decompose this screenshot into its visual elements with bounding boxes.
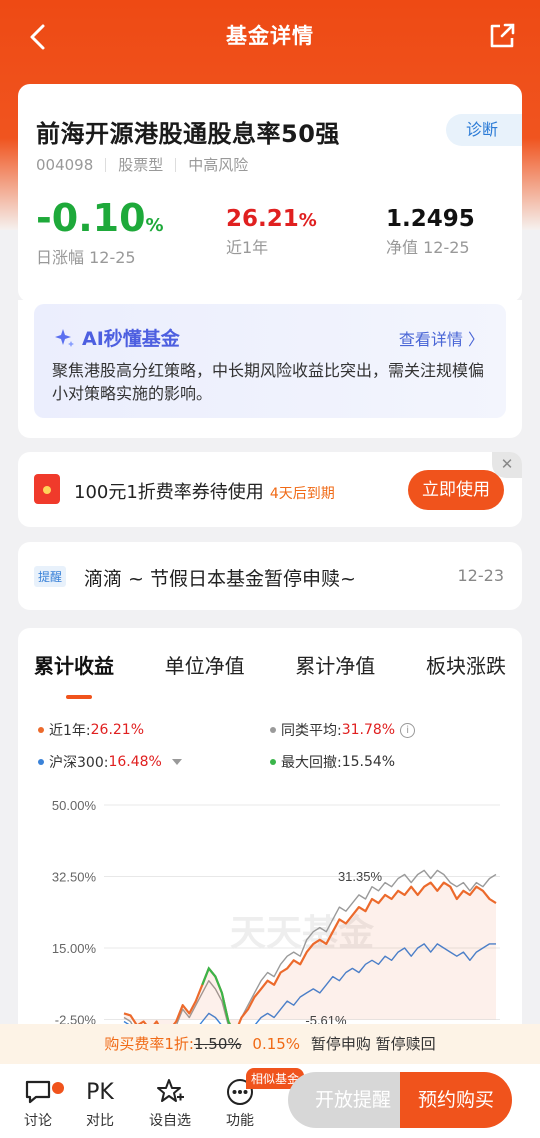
- legend-value: 31.78%: [341, 722, 396, 738]
- notification-dot: [52, 1082, 64, 1094]
- coupon-card: 100元1折费率券待使用 4天后到期 立即使用 ✕: [18, 452, 522, 527]
- legend-label: 沪深300:: [49, 755, 109, 771]
- notice-card[interactable]: 提醒 滴滴 ~ 节假日本基金暂停申赎~ 12-23: [18, 542, 522, 610]
- add-watchlist-button[interactable]: 设自选: [140, 1074, 200, 1130]
- ai-more-link[interactable]: 查看详情 〉: [399, 326, 484, 350]
- tab-unit-nav[interactable]: 单位净值: [165, 650, 245, 679]
- use-coupon-button[interactable]: 立即使用: [408, 470, 504, 510]
- watch-label: 设自选: [149, 1113, 191, 1129]
- ai-summary-text: 聚焦港股高分红策略，中长期风险收益比突出，需关注规模偏小对策略实施的影响。: [52, 361, 485, 403]
- fund-summary-card: 前海开源港股通股息率50强 诊断 004098 股票型 中高风险 -0.10% …: [18, 84, 522, 302]
- chart-tabs: 累计收益 单位净值 累计净值 板块涨跌: [34, 650, 506, 699]
- annotation-max: 31.35%: [338, 869, 383, 884]
- discuss-label: 讨论: [24, 1113, 52, 1129]
- tab-cumulative-nav[interactable]: 累计净值: [295, 650, 375, 679]
- fund-risk: 中高风险: [188, 156, 249, 174]
- daily-change-stat: -0.10% 日涨幅 12-25: [36, 196, 164, 268]
- year-return-unit: %: [298, 210, 317, 231]
- ai-summary-card: AI秒懂基金 查看详情 〉 聚焦港股高分红策略，中长期风险收益比突出，需关注规模…: [18, 300, 522, 438]
- legend-dot: [270, 727, 276, 733]
- return-chart[interactable]: 50.00%32.50%15.00%-2.50%天天基金31.35%-5.61%: [34, 793, 506, 1053]
- y-tick-label: 50.00%: [52, 798, 97, 813]
- notice-tag: 提醒: [34, 566, 67, 587]
- divider: [175, 157, 177, 172]
- diagnose-button[interactable]: 诊断: [446, 114, 522, 146]
- notice-text: 滴滴 ~ 节假日本基金暂停申赎~: [84, 568, 356, 590]
- fee-prefix: 购买费率1折:: [104, 1035, 194, 1053]
- legend-value: 26.21%: [90, 722, 145, 738]
- nav-label: 净值 12-25: [386, 238, 470, 257]
- fund-type: 股票型: [118, 156, 164, 174]
- nav-value: 1.2495: [386, 206, 475, 232]
- year-return-label: 近1年: [226, 238, 269, 257]
- coupon-text: 100元1折费率券待使用 4天后到期: [74, 478, 335, 504]
- daily-change-value: -0.10%: [36, 196, 164, 240]
- daily-change-number: -0.10: [36, 196, 146, 240]
- discuss-button[interactable]: 讨论: [8, 1074, 68, 1130]
- nav-bar: 基金详情: [0, 0, 540, 74]
- fee-old: 1.50%: [193, 1035, 242, 1053]
- nav-stat: 1.2495 净值 12-25: [386, 196, 475, 258]
- fund-name: 前海开源港股通股息率50强: [36, 120, 340, 148]
- reserve-buy-button[interactable]: 预约购买: [400, 1072, 512, 1128]
- star-plus-icon: [157, 1079, 184, 1102]
- legend-hs300[interactable]: 沪深300: 16.48%: [38, 752, 182, 772]
- year-return-value: 26.21%: [226, 206, 317, 232]
- divider: [105, 157, 107, 172]
- info-icon[interactable]: i: [400, 722, 416, 738]
- red-envelope-icon: [34, 474, 60, 504]
- y-tick-label: 15.00%: [52, 941, 97, 956]
- share-icon[interactable]: [488, 22, 516, 50]
- y-tick-label: 32.50%: [52, 870, 97, 885]
- open-remind-button[interactable]: 开放提醒: [288, 1072, 418, 1128]
- fund-code: 004098: [36, 155, 94, 174]
- close-icon[interactable]: ✕: [492, 452, 522, 478]
- legend-dot: [270, 759, 276, 765]
- legend-fund: 近1年: 26.21%: [38, 720, 144, 740]
- daily-change-unit: %: [145, 215, 164, 236]
- fee-status: 暂停申购 暂停赎回: [310, 1035, 436, 1053]
- chart-card: 累计收益 单位净值 累计净值 板块涨跌 近1年: 26.21% 同类平均: 31.7…: [18, 628, 522, 1048]
- year-return-number: 26.21: [226, 206, 299, 232]
- compare-button[interactable]: PK 对比: [70, 1074, 130, 1130]
- legend-label: 近1年:: [49, 723, 91, 739]
- function-label: 功能: [226, 1113, 254, 1129]
- bottom-bar: 讨论 PK 对比 设自选 功能 相似基金 开放提醒 预约购买: [0, 1064, 540, 1138]
- coupon-title: 100元1折费率券待使用: [74, 482, 264, 503]
- ai-summary-box[interactable]: AI秒懂基金 查看详情 〉 聚焦港股高分红策略，中长期风险收益比突出，需关注规模…: [34, 304, 506, 418]
- legend-dot: [38, 727, 44, 733]
- ai-title: AI秒懂基金: [54, 324, 180, 351]
- page-title: 基金详情: [226, 24, 314, 48]
- coupon-expire: 4天后到期: [269, 486, 335, 502]
- legend-value: 15.54%: [341, 754, 396, 770]
- legend-peer: 同类平均: 31.78% i: [270, 720, 416, 740]
- compare-label: 对比: [86, 1113, 114, 1129]
- tab-cumulative-return[interactable]: 累计收益: [34, 650, 114, 699]
- legend-value: 16.48%: [108, 754, 162, 770]
- tab-sector-change[interactable]: 板块涨跌: [426, 650, 506, 679]
- sparkle-icon: [55, 328, 74, 347]
- legend-drawdown: 最大回撤: 15.54%: [270, 752, 395, 772]
- year-return-stat: 26.21% 近1年: [226, 196, 317, 258]
- notice-date: 12-23: [457, 566, 505, 585]
- ai-title-text: AI秒懂基金: [82, 328, 180, 350]
- pk-icon: PK: [86, 1079, 114, 1105]
- dropdown-triangle-icon: [171, 759, 182, 765]
- chat-bubble-icon: [25, 1080, 51, 1104]
- fee-bar: 购买费率1折:1.50% 0.15% 暂停申购 暂停赎回: [0, 1024, 540, 1064]
- legend-label: 最大回撤:: [281, 755, 342, 771]
- fee-new: 0.15%: [252, 1035, 301, 1053]
- daily-change-label: 日涨幅 12-25: [36, 248, 136, 267]
- legend-dot: [38, 759, 44, 765]
- legend-label: 同类平均:: [281, 723, 342, 739]
- fund-meta: 004098 股票型 中高风险: [36, 154, 248, 175]
